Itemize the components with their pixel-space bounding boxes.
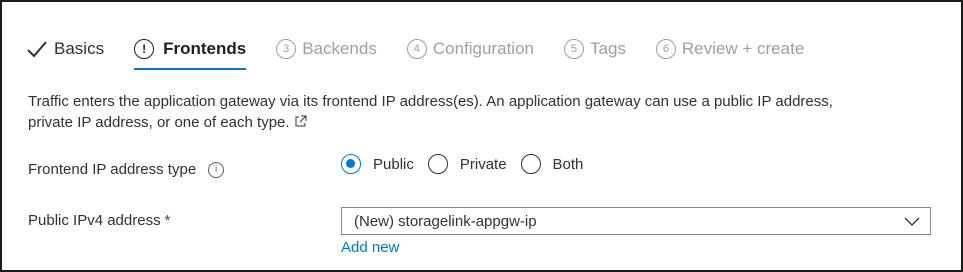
app-gateway-frontends-panel: Basics ! Frontends 3 Backends 4 Configur… xyxy=(0,0,963,272)
public-ipv4-dropdown[interactable]: (New) storagelink-appgw-ip xyxy=(341,207,931,235)
public-ipv4-label: Public IPv4 address xyxy=(28,212,161,229)
warning-circle-icon: ! xyxy=(134,39,155,59)
add-new-link[interactable]: Add new xyxy=(341,239,399,256)
frontends-description: Traffic enters the application gateway v… xyxy=(28,91,928,133)
tab-tags-label: Tags xyxy=(589,39,626,58)
tab-basics-label: Basics xyxy=(54,39,105,58)
radio-public[interactable]: Public xyxy=(341,154,414,174)
step-number-icon: 4 xyxy=(406,39,427,59)
tab-frontends[interactable]: ! Frontends xyxy=(134,36,247,70)
frontend-ip-type-label-row: Frontend IP address type i xyxy=(28,161,225,178)
radio-private[interactable]: Private xyxy=(427,154,507,174)
info-icon[interactable]: i xyxy=(208,161,225,178)
radio-circle xyxy=(427,154,448,174)
chevron-down-icon xyxy=(904,217,920,226)
required-marker: * xyxy=(164,212,171,229)
frontend-ip-type-label: Frontend IP address type xyxy=(28,161,197,178)
wizard-tabs: Basics ! Frontends 3 Backends 4 Configur… xyxy=(26,36,834,72)
radio-private-label: Private xyxy=(459,155,507,173)
radio-public-label: Public xyxy=(373,155,414,173)
external-link-icon[interactable] xyxy=(294,115,307,128)
radio-both[interactable]: Both xyxy=(520,154,584,174)
tab-basics[interactable]: Basics xyxy=(26,36,104,62)
description-line-1: Traffic enters the application gateway v… xyxy=(28,93,833,110)
tab-backends-label: Backends xyxy=(302,39,377,58)
radio-both-label: Both xyxy=(552,155,584,173)
checkmark-icon xyxy=(27,41,47,58)
tab-review-create-label: Review + create xyxy=(681,39,805,58)
radio-circle xyxy=(520,154,541,174)
public-ipv4-selected-value: (New) storagelink-appgw-ip xyxy=(354,212,537,230)
frontend-ip-type-radio-group: Public Private Both xyxy=(341,154,597,174)
step-number-icon: 3 xyxy=(276,39,297,59)
tab-configuration[interactable]: 4 Configuration xyxy=(406,36,534,62)
description-line-2: private IP address, or one of each type. xyxy=(28,114,290,131)
tab-configuration-label: Configuration xyxy=(432,39,534,58)
tab-frontends-label: Frontends xyxy=(163,39,247,58)
tab-backends[interactable]: 3 Backends xyxy=(276,36,377,62)
tab-tags[interactable]: 5 Tags xyxy=(563,36,626,62)
step-number-icon: 5 xyxy=(563,39,584,59)
step-number-icon: 6 xyxy=(655,39,676,59)
tab-review-create[interactable]: 6 Review + create xyxy=(655,36,805,62)
public-ipv4-label-row: Public IPv4 address * xyxy=(28,212,170,229)
radio-circle-selected xyxy=(341,154,361,174)
